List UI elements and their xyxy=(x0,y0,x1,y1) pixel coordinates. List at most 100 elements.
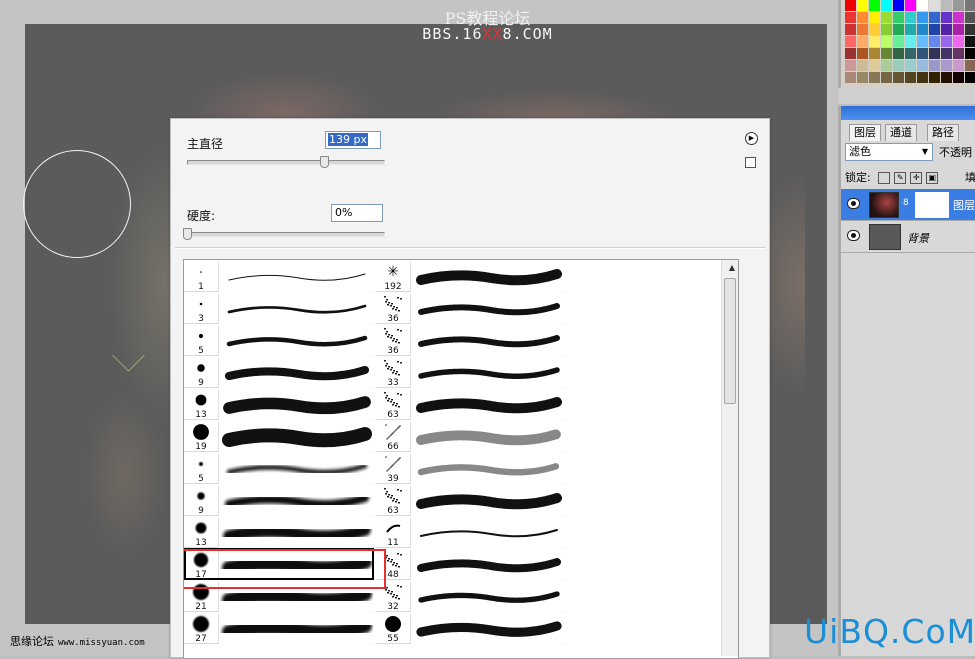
color-swatch[interactable] xyxy=(953,24,964,35)
tab-channels[interactable]: 通道 xyxy=(885,124,917,141)
layer-mask-thumbnail[interactable] xyxy=(915,192,949,218)
brush-preset-item[interactable]: 63 xyxy=(376,390,566,420)
brush-preset-item[interactable]: 66 xyxy=(376,422,566,452)
tab-layers[interactable]: 图层 xyxy=(849,124,881,141)
brush-preset-item[interactable]: 13 xyxy=(184,390,374,420)
color-swatch[interactable] xyxy=(893,48,904,59)
color-swatch[interactable] xyxy=(881,24,892,35)
color-swatch[interactable] xyxy=(965,60,975,71)
eye-icon[interactable] xyxy=(847,230,860,241)
brush-preset-item[interactable]: ✳ 192 xyxy=(376,262,566,292)
color-swatch[interactable] xyxy=(881,0,892,11)
lock-paint-icon[interactable]: ✎ xyxy=(894,172,907,184)
brush-preset-item[interactable]: 1 xyxy=(184,262,374,292)
color-swatch[interactable] xyxy=(965,0,975,11)
color-swatch[interactable] xyxy=(881,12,892,23)
color-swatch[interactable] xyxy=(905,0,916,11)
brush-preset-item[interactable]: 9 xyxy=(184,358,374,388)
color-swatch[interactable] xyxy=(941,24,952,35)
master-diameter-slider[interactable] xyxy=(187,160,385,165)
color-swatch[interactable] xyxy=(941,0,952,11)
color-swatch[interactable] xyxy=(845,0,856,11)
hardness-slider[interactable] xyxy=(183,232,385,237)
brush-preset-item[interactable]: 48 xyxy=(376,550,566,580)
color-swatch[interactable] xyxy=(905,60,916,71)
color-swatch[interactable] xyxy=(953,72,964,83)
color-swatch[interactable] xyxy=(929,36,940,47)
color-swatch[interactable] xyxy=(845,12,856,23)
flyout-menu-icon[interactable]: ▶ xyxy=(745,132,758,145)
color-swatch[interactable] xyxy=(869,36,880,47)
color-swatch[interactable] xyxy=(893,12,904,23)
chevron-down-icon[interactable]: ▼ xyxy=(919,145,931,159)
brush-preset-item[interactable]: 19 xyxy=(184,422,374,452)
color-swatch[interactable] xyxy=(905,48,916,59)
color-swatch[interactable] xyxy=(965,24,975,35)
color-swatch[interactable] xyxy=(941,60,952,71)
brush-preset-item[interactable]: 5 xyxy=(184,326,374,356)
blend-mode-select[interactable]: 滤色 ▼ xyxy=(845,143,933,161)
color-swatch[interactable] xyxy=(893,36,904,47)
brush-preset-item[interactable]: 5 xyxy=(184,454,374,484)
hardness-slider-thumb[interactable] xyxy=(183,228,192,240)
color-swatch[interactable] xyxy=(857,24,868,35)
color-swatch[interactable] xyxy=(845,24,856,35)
color-swatch[interactable] xyxy=(929,60,940,71)
brush-preset-item[interactable]: 13 xyxy=(184,518,374,548)
color-swatch[interactable] xyxy=(869,0,880,11)
color-swatch[interactable] xyxy=(869,48,880,59)
color-swatch[interactable] xyxy=(917,24,928,35)
hardness-field[interactable]: 0% xyxy=(331,204,383,222)
tab-paths[interactable]: 路径 xyxy=(927,124,959,141)
color-swatch[interactable] xyxy=(917,12,928,23)
brush-preset-item[interactable]: 39 xyxy=(376,454,566,484)
color-swatch[interactable] xyxy=(917,48,928,59)
color-swatch[interactable] xyxy=(845,48,856,59)
brush-preset-item[interactable]: 33 xyxy=(376,358,566,388)
color-swatch[interactable] xyxy=(953,48,964,59)
brush-preset-item[interactable]: 63 xyxy=(376,486,566,516)
color-swatch[interactable] xyxy=(941,36,952,47)
color-swatch[interactable] xyxy=(857,72,868,83)
color-swatch[interactable] xyxy=(869,24,880,35)
color-swatch[interactable] xyxy=(869,12,880,23)
color-swatch[interactable] xyxy=(881,72,892,83)
master-diameter-slider-thumb[interactable] xyxy=(320,156,330,168)
color-swatch[interactable] xyxy=(917,36,928,47)
brush-preset-item[interactable]: 36 xyxy=(376,326,566,356)
brush-preset-item[interactable]: 55 xyxy=(376,614,566,644)
color-swatch[interactable] xyxy=(845,36,856,47)
color-swatch[interactable] xyxy=(857,36,868,47)
scroll-up-arrow-icon[interactable]: ▲ xyxy=(729,263,735,272)
color-swatch[interactable] xyxy=(917,60,928,71)
color-swatch[interactable] xyxy=(965,12,975,23)
color-swatch[interactable] xyxy=(857,12,868,23)
color-swatch[interactable] xyxy=(857,0,868,11)
color-swatch[interactable] xyxy=(941,12,952,23)
color-swatch[interactable] xyxy=(881,60,892,71)
brush-preset-item[interactable]: 36 xyxy=(376,294,566,324)
layers-panel-titlebar[interactable] xyxy=(841,106,975,120)
color-swatch[interactable] xyxy=(941,72,952,83)
color-swatch[interactable] xyxy=(917,72,928,83)
master-diameter-field[interactable]: 139 px xyxy=(325,131,381,149)
color-swatch[interactable] xyxy=(929,12,940,23)
color-swatch[interactable] xyxy=(893,72,904,83)
brush-preset-item[interactable]: 9 xyxy=(184,486,374,516)
color-swatch[interactable] xyxy=(953,12,964,23)
eye-icon[interactable] xyxy=(847,198,860,209)
layer-name[interactable]: 背景 xyxy=(907,230,929,246)
color-swatch[interactable] xyxy=(929,0,940,11)
color-swatch[interactable] xyxy=(845,72,856,83)
swatch-grid[interactable] xyxy=(845,0,975,88)
color-swatch[interactable] xyxy=(905,12,916,23)
brush-list-scrollbar[interactable]: ▲ xyxy=(721,260,738,656)
color-swatch[interactable] xyxy=(905,72,916,83)
brush-preset-item[interactable]: 3 xyxy=(184,294,374,324)
color-swatch[interactable] xyxy=(869,72,880,83)
color-swatch[interactable] xyxy=(905,24,916,35)
lock-transparency-icon[interactable] xyxy=(878,172,891,184)
new-preset-icon[interactable] xyxy=(745,157,756,168)
color-swatch[interactable] xyxy=(869,60,880,71)
color-swatch[interactable] xyxy=(953,0,964,11)
